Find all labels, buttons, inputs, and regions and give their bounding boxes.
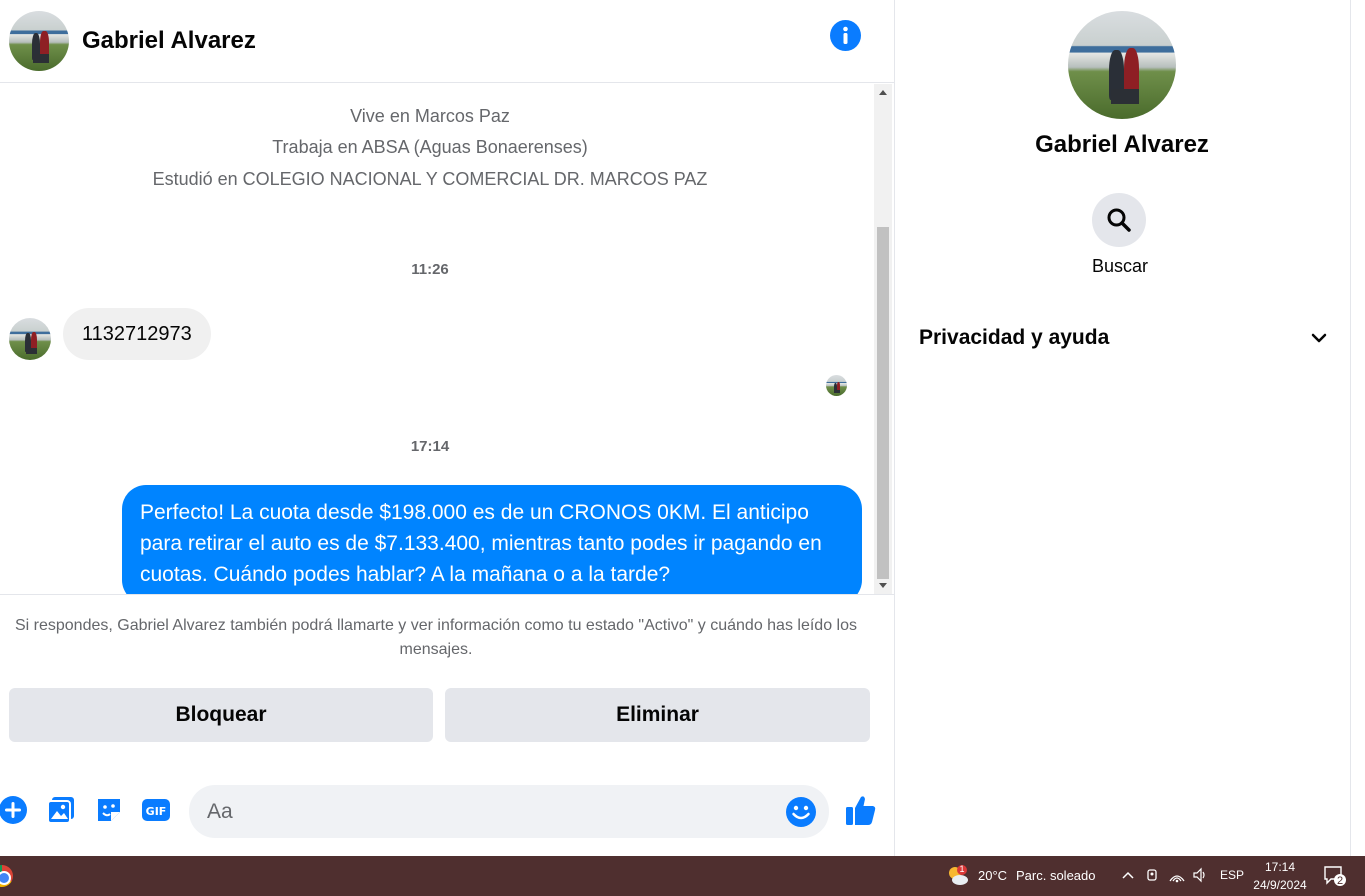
- weather-temperature[interactable]: 20°C: [978, 868, 1007, 883]
- clock-date[interactable]: 24/9/2024: [1250, 878, 1310, 892]
- message-timestamp: 11:26: [411, 261, 449, 278]
- svg-text:GIF: GIF: [146, 805, 167, 818]
- delete-button[interactable]: Eliminar: [445, 688, 870, 742]
- clock-time[interactable]: 17:14: [1254, 860, 1306, 874]
- notification-count: 2: [1337, 875, 1344, 887]
- chat-pane: Gabriel Alvarez Vive en Marcos Paz Traba…: [0, 0, 894, 856]
- privacy-help-label: Privacidad y ayuda: [919, 326, 1110, 349]
- chevron-up-icon[interactable]: [1119, 866, 1137, 884]
- divider: [0, 594, 894, 595]
- search-button[interactable]: [1092, 193, 1146, 247]
- windows-taskbar: 1 20°C Parc. soleado ESP 17:14 24/9/2024…: [0, 856, 1365, 896]
- input-language[interactable]: ESP: [1220, 868, 1244, 882]
- block-button[interactable]: Bloquear: [9, 688, 433, 742]
- outgoing-message[interactable]: Perfecto! La cuota desde $198.000 es de …: [122, 485, 862, 594]
- scroll-down-arrow-icon[interactable]: [879, 583, 887, 588]
- meet-now-icon[interactable]: [1144, 866, 1162, 884]
- message-list[interactable]: Vive en Marcos Paz Trabaja en ABSA (Agua…: [0, 84, 874, 594]
- privacy-help-section[interactable]: Privacidad y ayuda: [919, 318, 1329, 358]
- wifi-icon[interactable]: [1168, 866, 1186, 884]
- sticker-icon[interactable]: [94, 795, 124, 825]
- volume-icon[interactable]: [1191, 866, 1209, 884]
- scroll-up-arrow-icon[interactable]: [879, 90, 887, 95]
- thumbs-up-icon[interactable]: [844, 793, 878, 827]
- incoming-message[interactable]: 1132712973: [63, 308, 211, 360]
- weather-description[interactable]: Parc. soleado: [1016, 868, 1096, 883]
- notification-center-icon[interactable]: 2: [1322, 864, 1348, 888]
- profile-avatar[interactable]: [1068, 11, 1176, 119]
- message-timestamp: 17:14: [410, 438, 450, 455]
- search-icon: [1107, 208, 1131, 232]
- gif-icon[interactable]: GIF: [141, 795, 171, 825]
- chat-header: Gabriel Alvarez: [0, 0, 894, 83]
- weather-badge: 1: [959, 864, 965, 874]
- scroll-thumb[interactable]: [877, 227, 889, 579]
- message-request-notice: Si respondes, Gabriel Alvarez también po…: [14, 617, 857, 658]
- sender-avatar[interactable]: [9, 318, 51, 360]
- contact-avatar[interactable]: [9, 11, 69, 71]
- message-composer: [189, 785, 829, 838]
- chevron-down-icon: [1311, 333, 1327, 343]
- page-scrollbar[interactable]: [1350, 0, 1365, 856]
- bio-works-at: Trabaja en ABSA (Aguas Bonaerenses): [272, 137, 588, 157]
- message-scrollbar[interactable]: [874, 84, 892, 594]
- chrome-icon[interactable]: [0, 865, 13, 887]
- emoji-icon[interactable]: [785, 796, 817, 828]
- photo-icon[interactable]: [46, 795, 76, 825]
- contact-name[interactable]: Gabriel Alvarez: [82, 27, 256, 55]
- message-input[interactable]: [207, 785, 777, 838]
- bio-lives-in: Vive en Marcos Paz: [350, 106, 510, 126]
- conversation-info-panel: Gabriel Alvarez Buscar Privacidad y ayud…: [894, 0, 1350, 856]
- weather-icon[interactable]: 1: [946, 864, 970, 888]
- profile-name[interactable]: Gabriel Alvarez: [895, 131, 1349, 159]
- info-icon[interactable]: [830, 20, 861, 51]
- seen-indicator-avatar: [826, 375, 847, 396]
- plus-icon[interactable]: [0, 795, 28, 825]
- search-label[interactable]: Buscar: [895, 256, 1345, 277]
- bio-studied-at: Estudió en COLEGIO NACIONAL Y COMERCIAL …: [152, 169, 708, 189]
